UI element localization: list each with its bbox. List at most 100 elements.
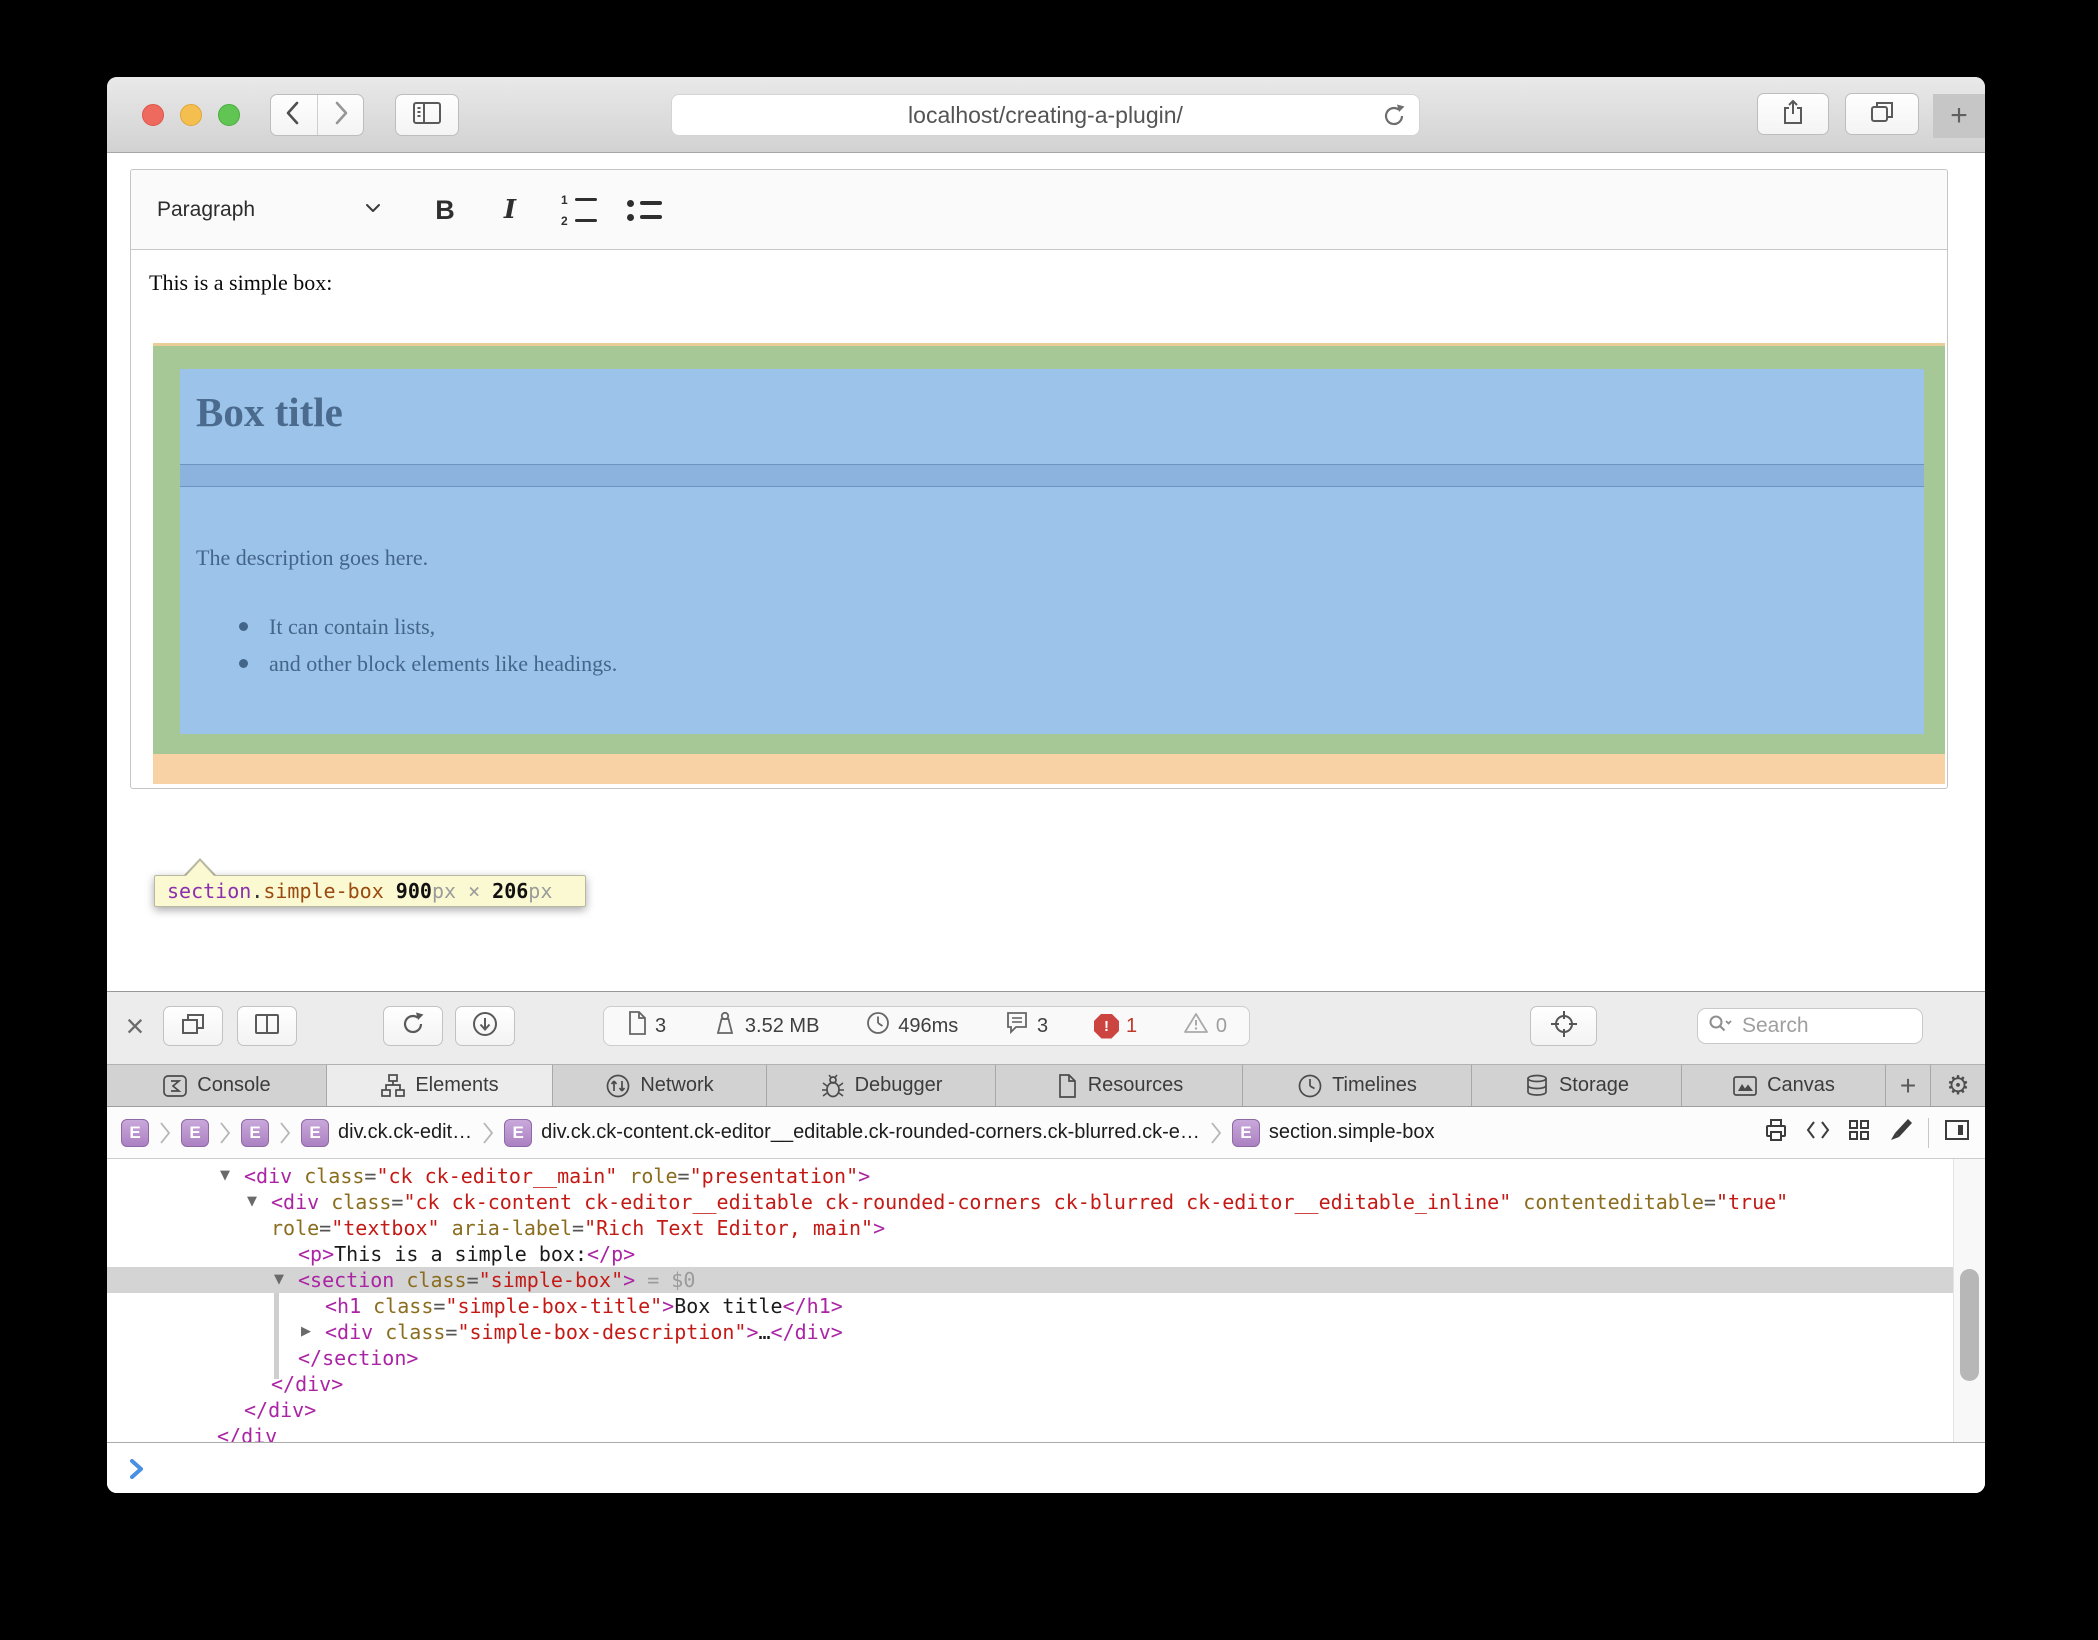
web-inspector: × 3 3.52 MB — [107, 991, 1985, 1493]
breadcrumb-item[interactable]: Esection.simple-box — [1232, 1119, 1435, 1147]
back-button[interactable] — [271, 95, 318, 135]
dom-tree-row[interactable]: </div> — [107, 1397, 1953, 1423]
paragraph-style-dropdown[interactable]: Paragraph — [145, 182, 395, 238]
italic-icon: I — [504, 195, 516, 225]
breadcrumb-item[interactable]: Ediv.ck.ck-edit… — [301, 1119, 472, 1147]
bullet-icon — [239, 622, 248, 631]
element-badge: E — [504, 1119, 532, 1147]
details-sidebar-icon[interactable] — [1943, 1117, 1971, 1148]
undock-icon — [179, 1011, 207, 1042]
tab-timelines[interactable]: Timelines — [1243, 1065, 1472, 1106]
console-message-count[interactable]: 3 — [1004, 1010, 1048, 1042]
dom-tree-row[interactable]: </div> — [107, 1371, 1953, 1397]
disclosure-arrow[interactable]: ▼ — [220, 1163, 230, 1189]
inspector-search-field[interactable] — [1697, 1008, 1923, 1044]
tab-canvas[interactable]: Canvas — [1682, 1065, 1886, 1106]
simple-box-title[interactable]: Box title — [196, 388, 343, 436]
grid-overlay-icon[interactable] — [1846, 1117, 1872, 1148]
console-prompt-icon — [129, 1458, 145, 1485]
sidebar-toggle-button[interactable] — [395, 94, 459, 136]
element-breadcrumb-bar: E E E Ediv.ck.ck-edit… Ediv.ck.ck-content.ck… — [107, 1107, 1985, 1159]
breadcrumb-label: div.ck.ck-content.ck-editor__editable.ck… — [541, 1121, 1200, 1144]
italic-button[interactable]: I — [484, 182, 536, 238]
error-count[interactable]: ! 1 — [1094, 1014, 1137, 1039]
forward-button[interactable] — [318, 95, 364, 135]
inspector-settings-button[interactable]: ⚙ — [1931, 1065, 1985, 1106]
reload-page-button[interactable] — [383, 1006, 443, 1046]
tab-elements[interactable]: Elements — [327, 1065, 553, 1106]
new-tab-button[interactable]: + — [1933, 94, 1985, 138]
tab-overview-button[interactable] — [1845, 93, 1919, 135]
simple-box-description[interactable]: The description goes here. — [196, 545, 428, 571]
dom-tree-row[interactable]: role="textbox" aria-label="Rich Text Edi… — [107, 1215, 1953, 1241]
dom-tree-row[interactable]: </section> — [107, 1345, 1953, 1371]
box-list-item: It can contain lists, — [239, 608, 617, 645]
address-bar[interactable]: localhost/creating-a-plugin/ — [671, 94, 1420, 136]
dom-tree-row[interactable]: </div — [107, 1423, 1953, 1442]
simple-box-list[interactable]: It can contain lists,and other block ele… — [239, 608, 617, 682]
disclosure-arrow[interactable]: ▶ — [301, 1319, 311, 1345]
close-inspector-button[interactable]: × — [119, 1010, 151, 1042]
box-list-item: and other block elements like headings. — [239, 645, 617, 682]
network-icon — [605, 1073, 631, 1099]
dom-tree-row[interactable]: ▼<div class="ck ck-editor__main" role="p… — [107, 1163, 1953, 1189]
search-input[interactable] — [1740, 1013, 1894, 1039]
dom-tree-row[interactable]: ▶<div class="simple-box-description">…</… — [107, 1319, 1953, 1345]
content-highlight-title — [180, 369, 1924, 464]
scrollbar-thumb[interactable] — [1960, 1269, 1979, 1381]
element-picker-button[interactable] — [1530, 1006, 1597, 1046]
bold-button[interactable]: B — [419, 182, 471, 238]
editor-paragraph[interactable]: This is a simple box: — [149, 270, 332, 296]
undock-button[interactable] — [163, 1006, 223, 1046]
element-badge: E — [241, 1119, 269, 1147]
paint-flashing-icon[interactable] — [1886, 1117, 1914, 1148]
dom-tree-row[interactable]: ▼<div class="ck ck-content ck-editor__ed… — [107, 1189, 1953, 1215]
warning-count[interactable]: 0 — [1183, 1011, 1227, 1041]
page-reload-icon[interactable] — [1381, 103, 1407, 134]
tab-label: Resources — [1088, 1074, 1184, 1097]
document-count[interactable]: 3 — [626, 1010, 666, 1042]
breadcrumb-item[interactable]: E — [181, 1119, 209, 1147]
dock-side-button[interactable] — [237, 1006, 297, 1046]
numbered-list-button[interactable]: 1 2 — [549, 182, 609, 238]
share-button[interactable] — [1757, 93, 1829, 135]
add-tab-button[interactable]: + — [1886, 1065, 1931, 1106]
print-styles-icon[interactable] — [1762, 1117, 1790, 1148]
tab-network[interactable]: Network — [553, 1065, 767, 1106]
forward-icon — [327, 99, 353, 132]
dom-tree-row[interactable]: <p>This is a simple box:</p> — [107, 1241, 1953, 1267]
bulleted-list-button[interactable] — [614, 182, 674, 238]
element-dimensions-tooltip: section.simple-box 900px × 206px — [154, 875, 586, 907]
zoom-window-button[interactable] — [218, 104, 240, 126]
inspector-toolbar: × 3 3.52 MB — [107, 992, 1985, 1065]
chevron-right-icon — [219, 1119, 231, 1147]
console-prompt[interactable] — [107, 1442, 1985, 1493]
tab-label: Elements — [415, 1074, 498, 1097]
show-source-icon[interactable] — [1804, 1117, 1832, 1148]
close-window-button[interactable] — [142, 104, 164, 126]
tab-label: Storage — [1559, 1074, 1629, 1097]
dom-tree-row[interactable]: ▼<section class="simple-box"> = $0 — [107, 1267, 1953, 1293]
load-time[interactable]: 496ms — [865, 1010, 958, 1042]
warning-icon — [1183, 1011, 1209, 1041]
dom-tree-row[interactable]: <h1 class="simple-box-title">Box title</… — [107, 1293, 1953, 1319]
breadcrumb: E E E Ediv.ck.ck-edit… Ediv.ck.ck-content.ck… — [121, 1107, 1435, 1158]
download-web-archive-button[interactable] — [455, 1006, 515, 1046]
tab-storage[interactable]: Storage — [1472, 1065, 1682, 1106]
navigation-buttons — [270, 94, 364, 136]
chevron-right-icon — [482, 1119, 494, 1147]
breadcrumb-item[interactable]: Ediv.ck.ck-content.ck-editor__editable.c… — [504, 1119, 1200, 1147]
minimize-window-button[interactable] — [180, 104, 202, 126]
disclosure-arrow[interactable]: ▼ — [274, 1267, 284, 1293]
error-icon: ! — [1094, 1014, 1119, 1039]
breadcrumb-label: section.simple-box — [1269, 1121, 1435, 1144]
breadcrumb-item[interactable]: E — [121, 1119, 149, 1147]
tab-debugger[interactable]: Debugger — [767, 1065, 996, 1106]
tab-console[interactable]: Console — [107, 1065, 327, 1106]
inspector-tab-bar: Canvas Storage Timelines Resources DebuggerN… — [107, 1065, 1985, 1107]
disclosure-arrow[interactable]: ▼ — [247, 1189, 257, 1215]
transfer-size[interactable]: 3.52 MB — [712, 1010, 819, 1042]
breadcrumb-item[interactable]: E — [241, 1119, 269, 1147]
scrollbar-track[interactable] — [1953, 1159, 1985, 1442]
tab-resources[interactable]: Resources — [996, 1065, 1243, 1106]
